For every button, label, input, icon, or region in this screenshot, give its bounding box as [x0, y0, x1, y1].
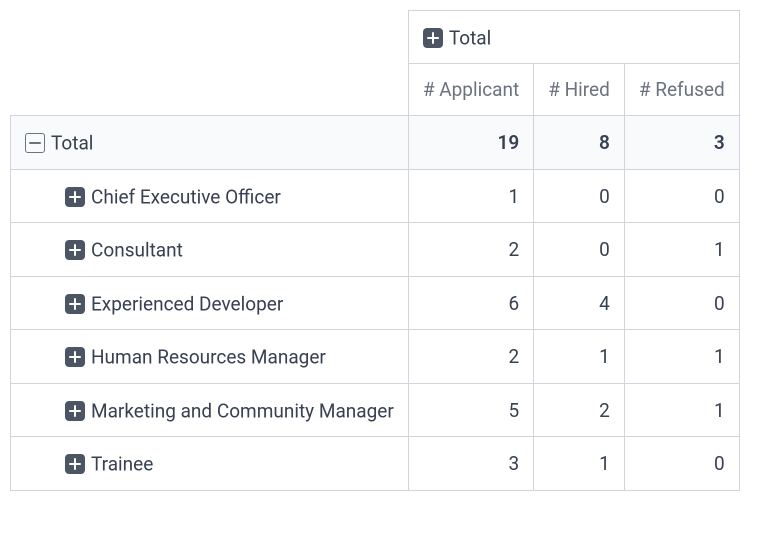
cell-value[interactable]: 3 [408, 437, 533, 490]
row-total-label: Total [51, 132, 93, 155]
cell-value[interactable]: 3 [624, 116, 739, 169]
row-toggle[interactable]: Consultant [11, 223, 409, 276]
table-row: Human Resources Manager 2 1 1 [11, 330, 740, 383]
col-header-applicant[interactable]: # Applicant [408, 64, 533, 116]
cell-value[interactable]: 0 [624, 437, 739, 490]
plus-icon [65, 401, 85, 421]
cell-value[interactable]: 1 [624, 330, 739, 383]
row-toggle[interactable]: Experienced Developer [11, 276, 409, 329]
table-row: Experienced Developer 6 4 0 [11, 276, 740, 329]
table-row: Trainee 3 1 0 [11, 437, 740, 490]
cell-value[interactable]: 0 [624, 169, 739, 222]
cell-value[interactable]: 5 [408, 383, 533, 436]
col-header-refused[interactable]: # Refused [624, 64, 739, 116]
row-toggle[interactable]: Trainee [11, 437, 409, 490]
plus-icon [423, 28, 443, 48]
col-group-label: Total [449, 26, 491, 49]
table-row: Consultant 2 0 1 [11, 223, 740, 276]
row-label: Consultant [91, 239, 183, 262]
cell-value[interactable]: 2 [534, 383, 625, 436]
cell-value[interactable]: 8 [534, 116, 625, 169]
cell-value[interactable]: 2 [408, 223, 533, 276]
cell-value[interactable]: 4 [534, 276, 625, 329]
table-row: Marketing and Community Manager 5 2 1 [11, 383, 740, 436]
cell-value[interactable]: 1 [408, 169, 533, 222]
cell-value[interactable]: 1 [534, 330, 625, 383]
cell-value[interactable]: 1 [624, 383, 739, 436]
row-toggle[interactable]: Marketing and Community Manager [11, 383, 409, 436]
cell-value[interactable]: 2 [408, 330, 533, 383]
row-label: Trainee [91, 453, 153, 476]
plus-icon [65, 187, 85, 207]
row-label: Chief Executive Officer [91, 185, 281, 208]
plus-icon [65, 347, 85, 367]
cell-value[interactable]: 19 [408, 116, 533, 169]
pivot-table: Total # Applicant # Hired # Refused Tota… [10, 10, 740, 491]
plus-icon [65, 294, 85, 314]
col-group-total[interactable]: Total [408, 11, 739, 64]
cell-value[interactable]: 1 [624, 223, 739, 276]
row-label: Experienced Developer [91, 292, 283, 315]
row-total-toggle[interactable]: Total [11, 116, 409, 169]
cell-value[interactable]: 1 [534, 437, 625, 490]
cell-value[interactable]: 0 [534, 223, 625, 276]
row-label: Human Resources Manager [91, 346, 326, 369]
minus-icon [25, 133, 45, 153]
table-row: Chief Executive Officer 1 0 0 [11, 169, 740, 222]
cell-value[interactable]: 6 [408, 276, 533, 329]
plus-icon [65, 240, 85, 260]
row-label: Marketing and Community Manager [91, 399, 394, 422]
cell-value[interactable]: 0 [534, 169, 625, 222]
pivot-corner-blank [11, 11, 409, 116]
row-toggle[interactable]: Chief Executive Officer [11, 169, 409, 222]
col-header-hired[interactable]: # Hired [534, 64, 625, 116]
row-total: Total 19 8 3 [11, 116, 740, 169]
row-toggle[interactable]: Human Resources Manager [11, 330, 409, 383]
cell-value[interactable]: 0 [624, 276, 739, 329]
plus-icon [65, 454, 85, 474]
